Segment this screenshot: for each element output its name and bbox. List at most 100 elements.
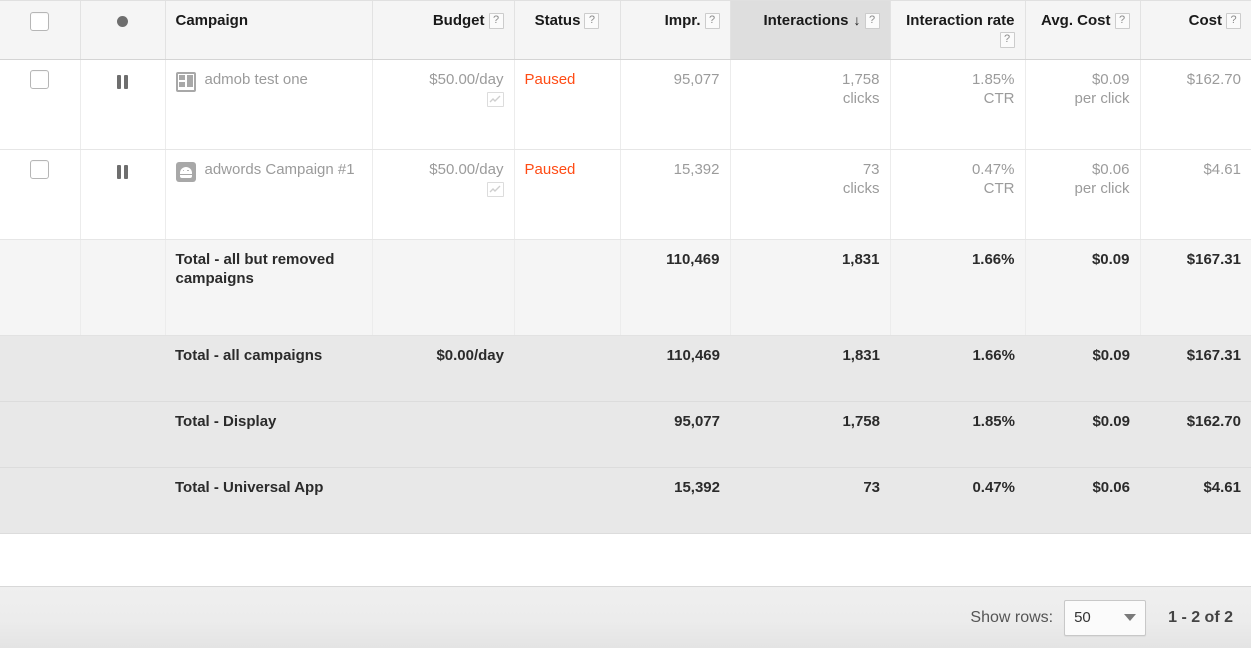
android-campaign-icon bbox=[175, 161, 196, 182]
header-status[interactable]: Status? bbox=[514, 1, 621, 60]
row-status-cell[interactable]: Paused bbox=[514, 59, 621, 150]
cost-help-icon[interactable]: ? bbox=[1226, 13, 1241, 29]
rows-per-page-select[interactable]: 50 bbox=[1064, 599, 1147, 636]
budget-value[interactable]: $50.00/day bbox=[383, 70, 503, 90]
row-campaign-cell[interactable]: admob test one bbox=[165, 59, 373, 150]
total-interactions-cell: 1,831 bbox=[730, 239, 891, 336]
interaction-rate-unit: CTR bbox=[983, 90, 1015, 108]
campaigns-table: Campaign Budget? Status? Impr.? Interact… bbox=[0, 1, 1251, 534]
interactions-help-icon[interactable]: ? bbox=[864, 13, 880, 29]
header-campaign-state[interactable] bbox=[80, 1, 166, 60]
pause-icon[interactable] bbox=[117, 164, 128, 179]
row-interactions-cell: 73 clicks bbox=[730, 149, 891, 240]
total-cost-cell: $4.61 bbox=[1140, 467, 1251, 534]
budget-help-icon[interactable]: ? bbox=[488, 13, 504, 29]
cost-value: $162.70 bbox=[1186, 70, 1241, 88]
total-interaction-rate-cell: 1.66% bbox=[890, 335, 1025, 402]
total-avg-cost-cell: $0.06 bbox=[1025, 467, 1140, 534]
row-state-cell[interactable] bbox=[80, 149, 166, 240]
row-impressions-cell: 95,077 bbox=[620, 59, 731, 150]
budget-chart-icon[interactable] bbox=[486, 182, 504, 198]
status-help-icon[interactable]: ? bbox=[584, 13, 600, 29]
total-budget: $0.00/day bbox=[436, 346, 504, 364]
interactions-value: 73 bbox=[862, 160, 880, 178]
row-checkbox[interactable] bbox=[30, 160, 50, 180]
total-status-cell bbox=[514, 335, 620, 402]
row-budget-cell[interactable]: $50.00/day bbox=[372, 149, 515, 240]
total-interaction-rate-cell: 1.85% bbox=[890, 401, 1025, 468]
header-avg-cost[interactable]: Avg. Cost? bbox=[1025, 1, 1141, 60]
total-row-all-but-removed: Total - all but removed campaigns 110,46… bbox=[0, 239, 1251, 336]
sort-descending-icon[interactable]: ↓ bbox=[854, 12, 861, 28]
total-impressions: 95,077 bbox=[674, 412, 720, 430]
interaction-rate-value: 0.47% bbox=[971, 160, 1015, 178]
table-body: admob test one $50.00/day Paused 95,077 … bbox=[0, 59, 1251, 534]
total-label-cell: Total - Display bbox=[165, 401, 372, 468]
row-interaction-rate-cell: 0.47% CTR bbox=[890, 149, 1026, 240]
impressions-value: 95,077 bbox=[673, 70, 720, 88]
header-cost[interactable]: Cost? bbox=[1140, 1, 1251, 60]
total-interaction-rate: 1.66% bbox=[972, 346, 1015, 364]
total-budget-cell bbox=[372, 401, 514, 468]
row-select-cell[interactable] bbox=[0, 59, 81, 150]
total-row-display: Total - Display 95,077 1,758 1.85% $0.09 bbox=[0, 401, 1251, 468]
row-budget-cell[interactable]: $50.00/day bbox=[372, 59, 515, 150]
total-label: Total - all campaigns bbox=[175, 346, 323, 364]
impressions-value: 15,392 bbox=[673, 160, 720, 178]
avg-cost-value: $0.06 bbox=[1091, 160, 1130, 178]
interaction-rate-help-icon[interactable]: ? bbox=[999, 32, 1015, 49]
avg-cost-help-icon[interactable]: ? bbox=[1114, 13, 1130, 29]
row-select-cell[interactable] bbox=[0, 149, 81, 240]
total-budget-cell bbox=[372, 467, 514, 534]
total-state-cell bbox=[80, 239, 166, 336]
total-interaction-rate-cell: 0.47% bbox=[890, 467, 1025, 534]
impressions-help-icon[interactable]: ? bbox=[704, 13, 720, 29]
total-label-cell: Total - all campaigns bbox=[165, 335, 372, 402]
row-checkbox[interactable] bbox=[30, 70, 50, 90]
total-select-cell bbox=[0, 335, 80, 402]
total-cost-cell: $167.31 bbox=[1140, 335, 1251, 402]
row-state-cell[interactable] bbox=[80, 59, 166, 150]
interactions-unit: clicks bbox=[842, 180, 880, 198]
total-impressions-cell: 95,077 bbox=[620, 401, 730, 468]
status-badge[interactable]: Paused bbox=[525, 71, 576, 88]
total-impressions: 110,469 bbox=[666, 250, 720, 268]
header-interaction-rate[interactable]: Interaction rate? bbox=[890, 1, 1026, 60]
header-campaign-label: Campaign bbox=[175, 12, 249, 29]
campaign-name-link[interactable]: adwords Campaign #1 bbox=[205, 160, 355, 180]
row-avg-cost-cell: $0.09 per click bbox=[1025, 59, 1141, 150]
header-budget[interactable]: Budget? bbox=[372, 1, 515, 60]
header-interactions[interactable]: Interactions ↓? bbox=[730, 1, 891, 60]
header-campaign[interactable]: Campaign bbox=[165, 1, 373, 60]
total-impressions: 15,392 bbox=[674, 478, 720, 496]
row-campaign-cell[interactable]: adwords Campaign #1 bbox=[165, 149, 373, 240]
status-badge[interactable]: Paused bbox=[525, 161, 576, 178]
row-avg-cost-cell: $0.06 per click bbox=[1025, 149, 1141, 240]
total-status-cell bbox=[514, 239, 621, 336]
pause-icon[interactable] bbox=[117, 74, 128, 89]
select-all-checkbox[interactable] bbox=[30, 11, 50, 31]
table-row: admob test one $50.00/day Paused 95,077 … bbox=[0, 59, 1251, 150]
budget-chart-icon[interactable] bbox=[486, 92, 504, 108]
header-select-all[interactable] bbox=[0, 1, 81, 60]
campaign-name-link[interactable]: admob test one bbox=[205, 70, 308, 90]
row-status-cell[interactable]: Paused bbox=[514, 149, 621, 240]
header-interactions-label: Interactions bbox=[763, 12, 849, 29]
total-avg-cost: $0.09 bbox=[1092, 346, 1130, 364]
cost-value: $4.61 bbox=[1203, 160, 1241, 178]
header-impressions[interactable]: Impr.? bbox=[620, 1, 731, 60]
total-state-cell bbox=[80, 335, 165, 402]
total-interactions-cell: 1,831 bbox=[730, 335, 890, 402]
total-interactions: 1,831 bbox=[842, 346, 880, 364]
budget-value[interactable]: $50.00/day bbox=[383, 160, 503, 180]
total-cost: $162.70 bbox=[1186, 412, 1241, 430]
header-status-label: Status bbox=[534, 12, 581, 29]
total-status-cell bbox=[514, 401, 620, 468]
total-row-all-campaigns: Total - all campaigns $0.00/day 110,469 … bbox=[0, 335, 1251, 402]
header-avg-cost-label: Avg. Cost bbox=[1041, 12, 1111, 29]
row-cost-cell: $4.61 bbox=[1140, 149, 1251, 240]
row-interactions-cell: 1,758 clicks bbox=[730, 59, 891, 150]
pagination-range: 1 - 2 of 2 bbox=[1168, 608, 1233, 626]
table-row: adwords Campaign #1 $50.00/day Paused 15… bbox=[0, 149, 1251, 240]
show-rows-label: Show rows: bbox=[970, 608, 1054, 626]
